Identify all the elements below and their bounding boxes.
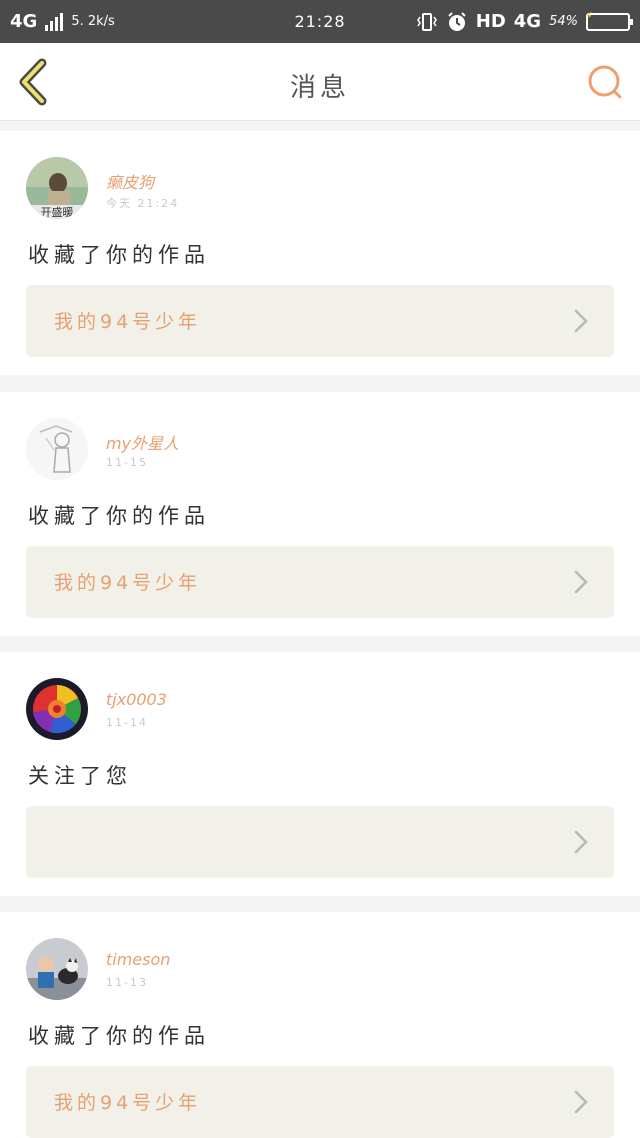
action-text: 关注了您 xyxy=(28,764,132,788)
clock: 21:28 xyxy=(294,12,346,31)
message-card: 开盛暖 癞皮狗 今天 21:24 收藏了你的作品 我的94号少年 xyxy=(0,131,640,375)
avatar[interactable]: 开盛暖 xyxy=(26,157,88,219)
svg-text:开盛暖: 开盛暖 xyxy=(41,205,74,219)
avatar-child-dog-icon xyxy=(26,938,88,1000)
timestamp: 11-14 xyxy=(106,716,148,729)
chevron-right-icon xyxy=(574,830,588,854)
avatar[interactable] xyxy=(26,678,88,740)
timestamp: 11-13 xyxy=(106,976,148,989)
network-type: 4G xyxy=(10,11,38,32)
battery-icon: ⚡ xyxy=(585,10,633,31)
work-link[interactable]: 我的94号少年 xyxy=(26,546,614,618)
chevron-right-icon xyxy=(574,309,588,333)
search-icon xyxy=(588,65,622,99)
timestamp: 今天 21:24 xyxy=(106,197,180,210)
username[interactable]: 癞皮狗 xyxy=(106,169,154,193)
message-card: my外星人 11-15 收藏了你的作品 我的94号少年 xyxy=(0,392,640,636)
avatar-photo-icon: 开盛暖 xyxy=(26,157,88,219)
network-type-right: 4G xyxy=(513,11,542,32)
work-title: 我的94号少年 xyxy=(54,572,202,594)
status-bar: 4G 5. 2k/s 21:28 HD 4G 54% ⚡ xyxy=(0,0,640,43)
work-link[interactable] xyxy=(26,806,614,878)
signal-icon xyxy=(45,12,64,31)
username[interactable]: timeson xyxy=(106,950,170,969)
search-button[interactable] xyxy=(586,63,624,101)
status-right: HD 4G 54% ⚡ xyxy=(416,10,633,33)
action-text: 收藏了你的作品 xyxy=(28,243,210,267)
work-link[interactable]: 我的94号少年 xyxy=(26,285,614,357)
battery-percent: 54% xyxy=(549,14,578,29)
message-card: tjx0003 11-14 关注了您 xyxy=(0,652,640,896)
timestamp: 11-15 xyxy=(106,456,148,469)
avatar[interactable] xyxy=(26,938,88,1000)
page-title: 消息 xyxy=(289,73,350,103)
app-header: 消息 xyxy=(0,43,640,121)
chevron-right-icon xyxy=(574,1090,588,1114)
avatar-sketch-icon xyxy=(26,418,88,480)
work-link[interactable]: 我的94号少年 xyxy=(26,1066,614,1138)
avatar-rose-icon xyxy=(26,678,88,740)
message-card: timeson 11-13 收藏了你的作品 我的94号少年 xyxy=(0,912,640,1138)
username[interactable]: my外星人 xyxy=(106,430,179,454)
network-speed: 5. 2k/s xyxy=(71,14,115,29)
action-text: 收藏了你的作品 xyxy=(28,1024,210,1048)
action-text: 收藏了你的作品 xyxy=(28,504,210,528)
work-title: 我的94号少年 xyxy=(54,1092,202,1114)
work-title: 我的94号少年 xyxy=(54,311,202,333)
alarm-icon xyxy=(448,11,466,31)
avatar[interactable] xyxy=(26,418,88,480)
status-left: 4G 5. 2k/s xyxy=(10,11,416,32)
username[interactable]: tjx0003 xyxy=(106,690,167,709)
chevron-right-icon xyxy=(574,570,588,594)
hd-indicator: HD xyxy=(475,11,506,32)
vibrate-icon xyxy=(416,12,437,31)
